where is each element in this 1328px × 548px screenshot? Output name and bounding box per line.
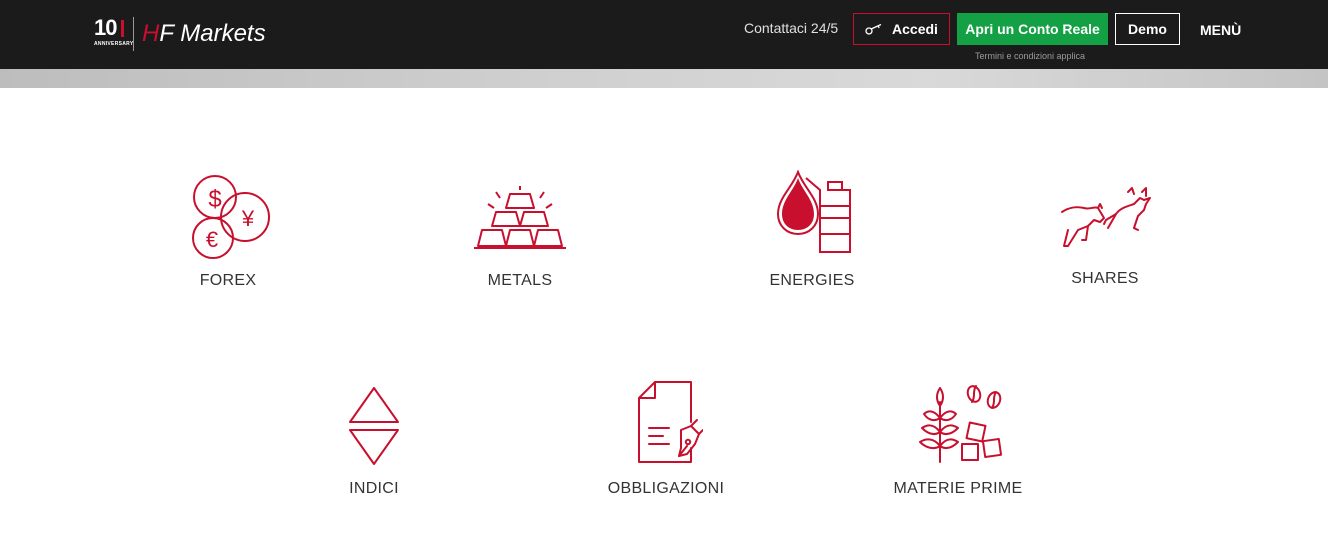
demo-button[interactable]: Demo bbox=[1115, 13, 1180, 45]
gold-bars-icon bbox=[474, 186, 566, 249]
logo-accent-mark bbox=[121, 20, 124, 37]
menu-button[interactable]: MENÙ bbox=[1200, 22, 1241, 38]
category-label: INDICI bbox=[349, 480, 399, 497]
bond-document-icon bbox=[638, 381, 703, 463]
key-icon bbox=[865, 23, 882, 35]
terms-note: Termini e condizioni applica bbox=[975, 51, 1086, 61]
logo-brand-text: HF Markets bbox=[142, 21, 266, 47]
logo-anniversary-text: ANNIVERSARY bbox=[94, 41, 134, 47]
category-label: OBBLIGAZIONI bbox=[607, 480, 725, 497]
coins-icon: $ ¥ € bbox=[192, 175, 270, 259]
svg-text:€: € bbox=[206, 227, 218, 252]
commodities-icon bbox=[919, 385, 1003, 463]
up-down-triangles-icon bbox=[349, 387, 399, 465]
logo-brand-rest: F Markets bbox=[159, 20, 266, 47]
category-metals[interactable]: METALS bbox=[460, 186, 580, 290]
oil-barrel-icon bbox=[776, 170, 851, 253]
category-energies[interactable]: ENERGIES bbox=[752, 170, 872, 290]
category-label: SHARES bbox=[1071, 270, 1139, 287]
login-button[interactable]: Accedi bbox=[853, 13, 950, 45]
bull-bear-icon bbox=[1061, 187, 1151, 247]
svg-text:$: $ bbox=[208, 186, 221, 213]
category-obbligazioni[interactable]: OBBLIGAZIONI bbox=[596, 378, 736, 498]
category-label: MATERIE PRIME bbox=[893, 480, 1023, 497]
login-button-label: Accedi bbox=[892, 21, 938, 37]
category-label: ENERGIES bbox=[769, 272, 855, 289]
logo-anniversary-number: 10 bbox=[94, 15, 118, 40]
category-shares[interactable]: SHARES bbox=[1045, 184, 1165, 288]
header-gradient-strip bbox=[0, 69, 1328, 88]
category-materie-prime[interactable]: MATERIE PRIME bbox=[878, 382, 1038, 498]
category-label: METALS bbox=[487, 272, 553, 289]
logo-divider bbox=[133, 17, 134, 51]
open-real-account-button[interactable]: Apri un Conto Reale bbox=[957, 13, 1108, 45]
category-forex[interactable]: $ ¥ € FOREX bbox=[168, 172, 288, 290]
logo-brand-prefix: H bbox=[142, 20, 160, 47]
svg-text:¥: ¥ bbox=[241, 206, 255, 231]
top-navigation-bar: 10 ANNIVERSARY HF Markets Contattaci 24/… bbox=[0, 0, 1328, 69]
category-indici[interactable]: INDICI bbox=[314, 386, 434, 498]
category-label: FOREX bbox=[199, 272, 257, 289]
contact-link[interactable]: Contattaci 24/5 bbox=[744, 20, 838, 36]
